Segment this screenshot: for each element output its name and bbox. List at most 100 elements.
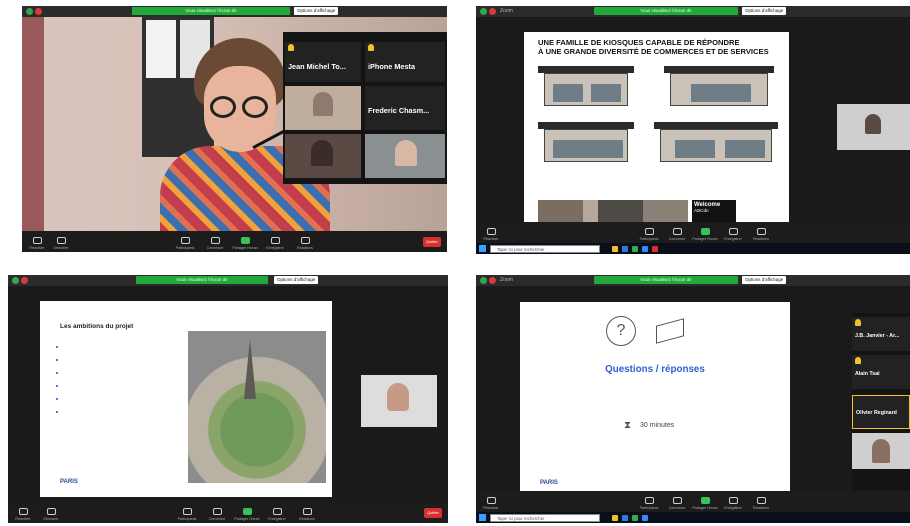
share-screen-button[interactable]: Partager l'écran [692,497,718,510]
taskbar-search-input[interactable]: Taper ici pour rechercher [490,244,600,253]
share-screen-button[interactable]: Partager l'écran [234,508,260,521]
megaphone-icon [656,318,684,344]
participant-video-thumbnail[interactable] [361,375,437,427]
participants-button[interactable]: Participants [174,508,200,521]
meeting-window-4: Zoom Vous visualisez l'écran de Options … [476,275,910,523]
glasses-icon [242,96,268,118]
chat-icon [672,497,682,504]
title-bar: Zoom Vous visualisez l'écran de Options … [476,6,910,17]
slide-bullets [56,345,174,419]
microphone-icon [32,237,42,244]
mute-button[interactable]: Réactiver [478,497,504,510]
reactions-button[interactable]: Réactions [292,237,318,250]
windows-start-icon[interactable] [479,245,486,252]
participant-video [865,114,881,134]
video-icon [56,237,66,244]
share-screen-icon [700,497,710,504]
video-button[interactable]: Démarrer [48,237,74,250]
reactions-button[interactable]: Réactions [748,497,774,510]
zoom-icon[interactable] [642,245,648,252]
paris-logo: PARIS [540,480,558,486]
meeting-controls: Réactiver Participants Converser Partage… [476,222,910,243]
view-options-button[interactable]: Options d'affichage [742,7,787,15]
meeting-window-1: Vous visualisez l'écran de Options d'aff… [22,6,447,252]
window-status-icon [480,8,487,15]
participants-icon [644,497,654,504]
taskbar-search-input[interactable]: Taper ici pour rechercher [490,513,600,522]
app-icon[interactable] [652,245,658,252]
window-close-icon[interactable] [21,277,28,284]
participant-tile[interactable] [285,134,361,178]
meeting-controls: Réactiver Participants Converser Partage… [476,491,910,512]
video-button[interactable]: Démarrer [38,508,64,521]
record-button[interactable]: Enregistrer [262,237,288,250]
participant-video-thumbnail[interactable] [837,104,910,150]
raised-hand-icon [288,44,294,51]
raised-hand-icon [855,357,861,364]
record-icon [272,508,282,515]
meeting-controls: Réactiver Démarrer Participants Converse… [22,231,447,252]
participant-tile[interactable]: Frederic Chasm... [365,86,445,130]
share-screen-button[interactable]: Partager l'écran [232,237,258,250]
leave-button[interactable]: Quitter [423,237,441,247]
windows-taskbar: Taper ici pour rechercher [476,243,910,254]
window-close-icon[interactable] [489,8,496,15]
record-button[interactable]: Enregistrer [264,508,290,521]
participant-tile[interactable] [285,86,361,130]
window-status-icon [480,277,487,284]
view-options-button[interactable]: Options d'affichage [294,7,339,15]
kiosk-photo-strip [538,200,688,222]
duration-text: 30 minutes [640,422,675,429]
participant-tile[interactable]: J.B. Janvier - Ar... [852,317,910,351]
mute-button[interactable]: Réactiver [10,508,36,521]
record-icon [728,497,738,504]
participants-button[interactable]: Participants [172,237,198,250]
record-button[interactable]: Enregistrer [720,228,746,241]
view-options-button[interactable]: Options d'affichage [274,276,319,284]
slide-title: UNE FAMILLE DE KIOSQUES CAPABLE DE RÉPON… [538,38,769,56]
share-screen-icon [700,228,710,235]
windows-start-icon[interactable] [479,514,486,521]
file-explorer-icon[interactable] [612,514,618,521]
sharing-banner: Vous visualisez l'écran de [136,276,268,284]
brand-panel: Welcome ABCdn [692,200,736,222]
mail-icon[interactable] [622,514,628,521]
participant-video [311,140,333,166]
file-explorer-icon[interactable] [612,245,618,252]
mute-button[interactable]: Réactiver [24,237,50,250]
app-icon[interactable] [632,514,638,521]
participant-video [872,439,890,463]
record-button[interactable]: Enregistrer [720,497,746,510]
chat-icon [210,237,220,244]
video-icon [46,508,56,515]
chat-button[interactable]: Converser [202,237,228,250]
zoom-icon[interactable] [642,514,648,521]
leave-button[interactable]: Quitter [424,508,442,518]
window-status-icon [12,277,19,284]
participant-tile[interactable]: Alain Tsai [852,355,910,389]
reactions-button[interactable]: Réactions [748,228,774,241]
participant-tile[interactable]: Jean Michel To... [285,42,361,82]
mail-icon[interactable] [622,245,628,252]
chat-button[interactable]: Converser [664,228,690,241]
window-close-icon[interactable] [489,277,496,284]
eiffel-tower [244,339,256,399]
window-close-icon[interactable] [35,8,42,15]
reactions-button[interactable]: Réactions [294,508,320,521]
participant-tile[interactable]: Olivier Reginard [852,395,910,429]
chat-button[interactable]: Converser [204,508,230,521]
title-bar: Vous visualisez l'écran de Options d'aff… [22,6,447,17]
mute-button[interactable]: Réactiver [478,228,504,241]
aerial-photo [188,331,326,483]
participants-button[interactable]: Participants [636,497,662,510]
participants-button[interactable]: Participants [636,228,662,241]
app-icon[interactable] [632,245,638,252]
shared-slide: ? Questions / réponses ⧗ 30 minutes PARI… [520,302,790,496]
share-screen-button[interactable]: Partager l'écran [692,228,718,241]
paris-logo: PARIS [60,479,78,485]
participant-tile[interactable] [852,433,910,469]
participant-tile[interactable] [365,134,445,178]
chat-button[interactable]: Converser [664,497,690,510]
view-options-button[interactable]: Options d'affichage [742,276,787,284]
participant-tile[interactable]: iPhone Mesta [365,42,445,82]
